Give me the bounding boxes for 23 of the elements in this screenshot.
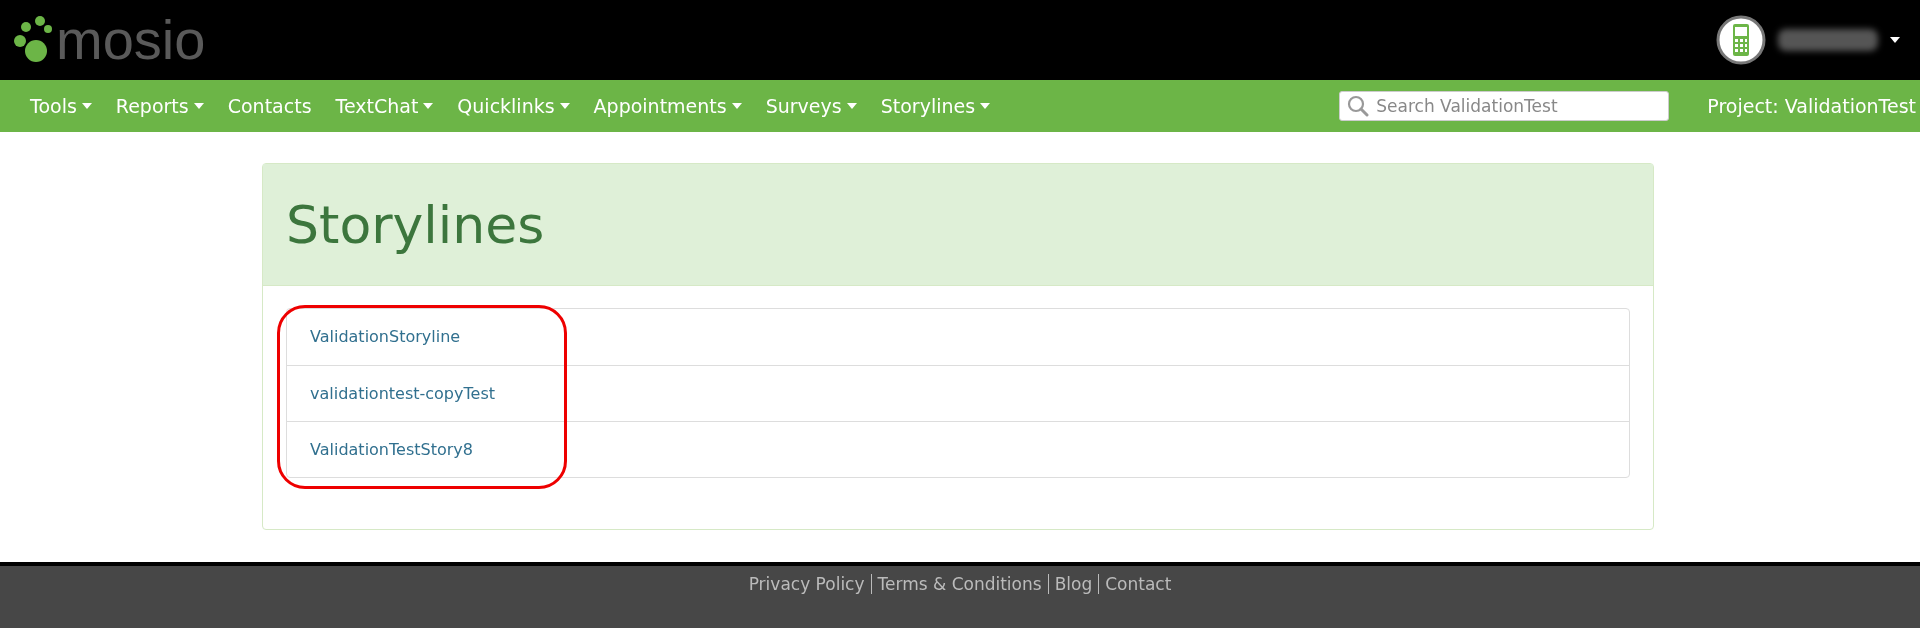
phone-avatar-icon[interactable]: [1716, 15, 1766, 65]
nav-menu-item[interactable]: Appointments: [593, 95, 727, 117]
nav-menu-item[interactable]: Contacts: [227, 95, 312, 117]
page-title: Storylines: [286, 194, 545, 255]
project-label: Project: ValidationTest: [1707, 95, 1916, 117]
nav-menu-item[interactable]: Tools: [30, 95, 77, 117]
footer-link[interactable]: Privacy Policy: [742, 574, 871, 594]
search-field[interactable]: Search ValidationTest: [1339, 91, 1670, 121]
search-icon: [1347, 95, 1370, 117]
footer-link[interactable]: Contact: [1099, 574, 1178, 594]
nav-menu-item[interactable]: Surveys: [765, 95, 842, 117]
nav-menu-item[interactable]: Quicklinks: [457, 95, 555, 117]
footer-link[interactable]: Blog: [1048, 574, 1099, 594]
storyline-link[interactable]: ValidationTestStory8: [287, 421, 1629, 477]
nav-menu-item[interactable]: Reports: [115, 95, 189, 117]
footer-link[interactable]: Terms & Conditions: [871, 574, 1048, 594]
nav-menu-item[interactable]: Storylines: [880, 95, 976, 117]
logo-dots-icon: [12, 15, 52, 65]
caret-icon[interactable]: [1890, 37, 1900, 43]
storyline-link[interactable]: validationtest-copyTest: [287, 365, 1629, 421]
logo-text: mosio: [56, 12, 206, 68]
nav-menu-item[interactable]: TextChat: [335, 95, 419, 117]
storyline-link[interactable]: ValidationStoryline: [287, 309, 1629, 365]
